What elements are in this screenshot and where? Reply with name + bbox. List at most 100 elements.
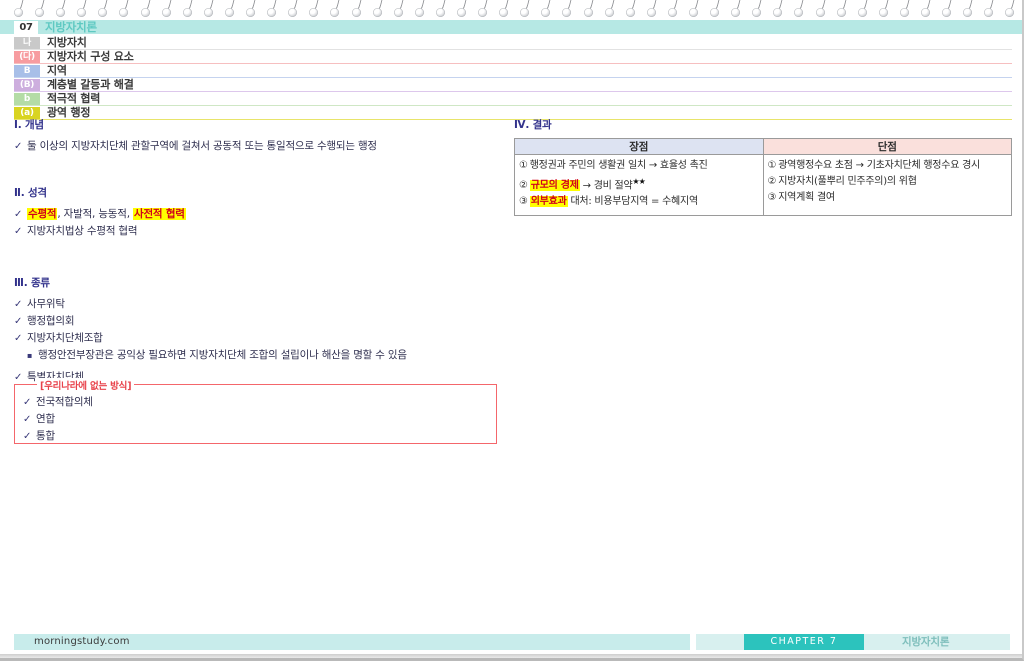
outline-label-na: 지방자치 bbox=[47, 36, 87, 49]
spiral-ring-icon bbox=[710, 0, 720, 19]
con-item-2-number: ② bbox=[767, 176, 777, 187]
spiral-ring-icon bbox=[520, 0, 530, 19]
types-item-3-text: 지방자치단체조합 bbox=[27, 332, 103, 344]
pro-item-2-text: → 경비 절약 bbox=[579, 180, 633, 192]
pro-item-3-number: ③ bbox=[519, 196, 528, 208]
spiral-ring-icon bbox=[1005, 0, 1015, 19]
not-in-korea-box: [우리나라에 없는 방식] ✓ 전국적합의체 ✓ 연합 ✓ 통합 bbox=[14, 378, 497, 445]
spiral-ring-icon bbox=[288, 0, 298, 19]
outline-label-b-upper: 지역 bbox=[47, 64, 67, 77]
character-item-1-text: 수평적, 자발적, 능동적, 사전적 협력 bbox=[27, 206, 186, 223]
star-marker: ★★ bbox=[632, 177, 645, 186]
con-item-1-text: 광역행정수요 초점 → 기초자치단체 행정수요 경시 bbox=[778, 160, 980, 171]
check-icon: ✓ bbox=[14, 316, 23, 327]
results-cell-pros: ① 행정권과 주민의 생활권 일치 → 효율성 촉진 ② 규모의 경제 → 경비 절… bbox=[514, 153, 764, 217]
types-sub-note: ▪ 행정안전부장관은 공익상 필요하면 지방자치단체 조합의 설립이나 해산을 … bbox=[14, 347, 504, 364]
character-item-2-text: 지방자치법상 수평적 협력 bbox=[27, 225, 138, 237]
outline-badge-b-paren: (B) bbox=[14, 78, 40, 91]
spiral-ring-icon bbox=[689, 0, 699, 19]
check-icon: ✓ bbox=[14, 141, 23, 152]
highlight-economies-of-scale: 규모의 경제 bbox=[529, 180, 580, 192]
spiral-ring-icon bbox=[731, 0, 741, 19]
results-header-pros: 장점 bbox=[514, 138, 764, 155]
check-icon: ✓ bbox=[14, 333, 23, 344]
spiral-ring-icon bbox=[456, 0, 467, 19]
spiral-ring-icon bbox=[794, 0, 804, 19]
spiral-ring-icon bbox=[857, 0, 868, 19]
spiral-ring-icon bbox=[773, 0, 783, 19]
spiral-ring-icon bbox=[77, 0, 87, 19]
spiral-ring-icon bbox=[963, 0, 973, 19]
concept-item-1: ✓ 둘 이상의 지방자치단체 관할구역에 걸쳐서 공동적 또는 통일적으로 수행… bbox=[14, 138, 504, 155]
spiral-ring-icon bbox=[35, 0, 45, 19]
section-title-concept: Ⅰ. 개념 bbox=[14, 119, 44, 131]
concept-item-1-text: 둘 이상의 지방자치단체 관할구역에 걸쳐서 공동적 또는 통일적으로 수행되는… bbox=[27, 140, 377, 152]
spiral-ring-icon bbox=[330, 0, 340, 19]
types-item-1: ✓ 사무위탁 bbox=[14, 296, 504, 313]
spiral-ring-icon bbox=[899, 0, 910, 19]
not-in-korea-box-body: ✓ 전국적합의체 ✓ 연합 ✓ 통합 bbox=[15, 385, 496, 445]
check-icon: ✓ bbox=[14, 299, 23, 310]
results-header-cons: 단점 bbox=[762, 138, 1012, 155]
con-item-3: ③ 지역계획 결여 bbox=[768, 190, 1008, 206]
spiral-ring-icon bbox=[372, 0, 383, 19]
page-footer: morningstudy.com CHAPTER 7 지방자치론 bbox=[0, 634, 1022, 650]
spiral-ring-icon bbox=[478, 0, 488, 19]
check-icon: ✓ bbox=[23, 397, 32, 408]
con-item-2-text: 지방자치(풀뿌리 민주주의)의 위협 bbox=[778, 176, 917, 187]
results-table: 장점 단점 ① 행정권과 주민의 생활권 일치 → 효율성 촉진 ② 규모의 경제 … bbox=[514, 138, 1012, 217]
character-item-2: ✓ 지방자치법상 수평적 협력 bbox=[14, 223, 504, 240]
outline-row-b-lower[interactable]: b 적극적 협력 bbox=[0, 92, 1022, 106]
spiral-ring-icon bbox=[667, 0, 678, 19]
notbox-item-1: ✓ 전국적합의체 bbox=[23, 394, 496, 411]
outline-badge-na: 나 bbox=[14, 36, 40, 49]
check-icon: ✓ bbox=[23, 414, 32, 425]
spiral-ring-icon bbox=[646, 0, 657, 19]
notbox-item-2-text: 연합 bbox=[36, 413, 55, 425]
character-item-1: ✓ 수평적, 자발적, 능동적, 사전적 협력 bbox=[14, 206, 504, 223]
spiral-ring-icon bbox=[182, 0, 193, 19]
types-item-2: ✓ 행정협의회 bbox=[14, 313, 504, 330]
pro-item-3-text: 대처: 비용부담지역 = 수혜지역 bbox=[567, 196, 698, 208]
chapter-title-row: 07 지방자치론 bbox=[0, 19, 1022, 34]
pro-item-1-text: 행정권과 주민의 생활권 일치 → 효율성 촉진 bbox=[529, 160, 708, 171]
outline-row-b-paren[interactable]: (B) 계층별 갈등과 해결 bbox=[0, 78, 1022, 92]
types-item-1-text: 사무위탁 bbox=[27, 298, 65, 310]
section-title-types: Ⅲ. 종류 bbox=[14, 277, 50, 289]
notebook-page: 07 지방자치론 나 지방자치 (다) 지방자치 구성 요소 B 지역 (B) … bbox=[0, 0, 1024, 661]
left-content-column: Ⅰ. 개념 ✓ 둘 이상의 지방자치단체 관할구역에 걸쳐서 공동적 또는 통일… bbox=[14, 117, 504, 386]
types-sub-note-text: 행정안전부장관은 공익상 필요하면 지방자치단체 조합의 설립이나 해산을 명할… bbox=[38, 349, 407, 361]
outline-row-na[interactable]: 나 지방자치 bbox=[0, 36, 1022, 50]
spiral-ring-icon bbox=[14, 0, 24, 19]
pro-item-1-number: ① bbox=[519, 160, 528, 171]
footer-left-band: morningstudy.com bbox=[14, 634, 690, 650]
check-icon: ✓ bbox=[14, 226, 23, 237]
pro-item-2-number: ② bbox=[519, 180, 528, 192]
outline-row-b-upper[interactable]: B 지역 bbox=[0, 64, 1022, 78]
spiral-ring-icon bbox=[836, 0, 847, 19]
check-icon: ✓ bbox=[23, 431, 32, 442]
spiral-ring-icon bbox=[942, 0, 952, 19]
footer-chapter-tag: CHAPTER 7 bbox=[744, 634, 864, 650]
outline-row-da[interactable]: (다) 지방자치 구성 요소 bbox=[0, 50, 1022, 64]
notbox-item-2: ✓ 연합 bbox=[23, 411, 496, 428]
spiral-ring-icon bbox=[203, 0, 214, 19]
spiral-ring-icon bbox=[119, 0, 129, 19]
character-mid-text: , 자발적, 능동적, bbox=[57, 208, 133, 220]
check-icon: ✓ bbox=[14, 209, 23, 220]
footer-site-label[interactable]: morningstudy.com bbox=[34, 636, 130, 647]
pro-item-3: ③ 외부효과 대처: 비용부담지역 = 수혜지역 bbox=[519, 194, 759, 210]
outline-badge-b-upper: B bbox=[14, 64, 40, 77]
con-item-2: ② 지방자치(풀뿌리 민주주의)의 위협 bbox=[768, 174, 1008, 190]
spiral-ring-icon bbox=[984, 0, 994, 19]
section-title-character: Ⅱ. 성격 bbox=[14, 187, 47, 199]
chapter-outline-header: 07 지방자치론 나 지방자치 (다) 지방자치 구성 요소 B 지역 (B) … bbox=[0, 19, 1022, 120]
outline-badge-b-lower: b bbox=[14, 92, 40, 105]
pro-item-1: ① 행정권과 주민의 생활권 일치 → 효율성 촉진 bbox=[519, 158, 759, 174]
spiral-ring-icon bbox=[604, 0, 615, 19]
chapter-title-label: 지방자치론 bbox=[45, 19, 97, 34]
spiral-ring-icon bbox=[921, 0, 931, 19]
results-cell-cons: ① 광역행정수요 초점 → 기초자치단체 행정수요 경시 ② 지방자치(풀뿌리 민주… bbox=[762, 153, 1012, 217]
not-in-korea-box-title: [우리나라에 없는 방식] bbox=[37, 378, 135, 392]
spiral-ring-icon bbox=[56, 0, 66, 19]
